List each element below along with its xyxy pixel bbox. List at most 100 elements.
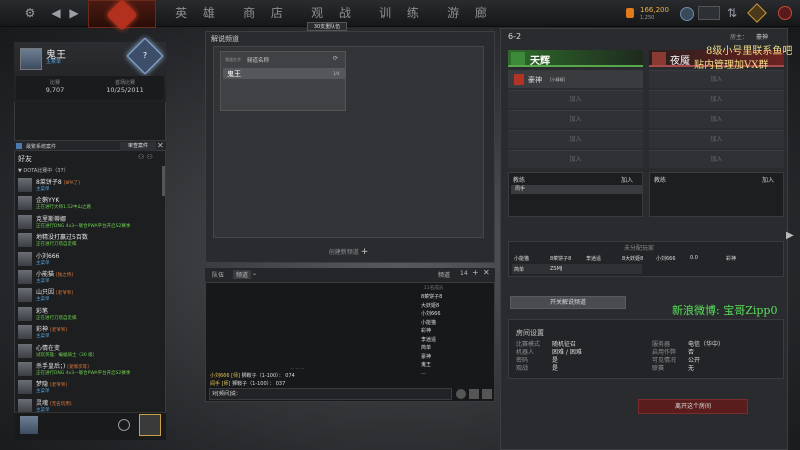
- unassigned-player[interactable]: 8大妖姬8: [622, 255, 643, 262]
- radiant-join-slot[interactable]: 加入: [508, 90, 643, 108]
- channel-member[interactable]: 彩神: [421, 327, 491, 336]
- dire-join-slot[interactable]: 加入: [649, 110, 784, 128]
- chevron-down-icon[interactable]: ⌄: [252, 270, 257, 277]
- friend-item[interactable]: 小能猫 [独之侍] 主菜单: [18, 268, 162, 287]
- channel-member[interactable]: 小能猫: [421, 319, 491, 328]
- notice-close-icon[interactable]: ✕: [157, 141, 164, 150]
- notification-icon[interactable]: [698, 6, 720, 20]
- unassigned-player[interactable]: ZSMJ: [550, 266, 562, 272]
- friend-avatar: [18, 306, 32, 321]
- channel-member[interactable]: 8菜饼子8: [421, 293, 491, 302]
- friend-item[interactable]: 心情在变 试玩英雄：蝙蝠骑士（30 级）: [18, 342, 162, 361]
- unassigned-player[interactable]: 8菜饼子8: [550, 255, 571, 262]
- friend-item[interactable]: 地精没打赢过5百数 正在进行刀塔自走棋: [18, 231, 162, 250]
- leave-room-button[interactable]: 离开这个房间: [638, 399, 748, 414]
- toggle-broadcast-channel-button[interactable]: 开关解说频道: [510, 296, 626, 309]
- dire-join-slot[interactable]: 加入: [649, 130, 784, 148]
- gear-icon[interactable]: ⚙: [22, 0, 38, 27]
- nav-tab-arcade[interactable]: 游 廊: [436, 0, 504, 27]
- friend-name: 灵魂 [无名玩用]: [36, 398, 71, 407]
- nav-tab-store[interactable]: 商 店: [232, 0, 300, 27]
- channel-member[interactable]: 鬼王: [421, 361, 491, 370]
- friend-item[interactable]: 小刘666 主菜单: [18, 250, 162, 269]
- friend-status: 主菜单: [36, 334, 50, 340]
- friends-scrollbar[interactable]: [162, 166, 165, 196]
- friend-name-text: 地精没打赢过5百数: [36, 234, 88, 242]
- friend-status: 主菜单: [36, 389, 50, 395]
- mini-avatar[interactable]: [20, 416, 38, 434]
- send-icon[interactable]: [469, 389, 479, 399]
- friend-name-text: 山只因: [36, 289, 55, 297]
- avatar[interactable]: [20, 48, 42, 70]
- friend-item[interactable]: 梦隐 [老爷爷] 主菜单: [18, 378, 162, 397]
- friend-item[interactable]: 彩神 [老爷爷] 主菜单: [18, 323, 162, 342]
- chat-settings-icon[interactable]: [482, 389, 492, 399]
- unassigned-player[interactable]: 李逍遥: [586, 255, 601, 262]
- plus-icon: +: [360, 247, 369, 257]
- radiant-join-slot[interactable]: 加入: [508, 110, 643, 128]
- channel-member[interactable]: 简单: [421, 344, 491, 353]
- chat-input[interactable]: 对[频间]说：: [209, 388, 452, 400]
- radiant-join-slot[interactable]: 加入: [508, 130, 643, 148]
- add-icon[interactable]: +: [472, 268, 479, 277]
- side-expand-icon[interactable]: ▶: [786, 230, 794, 241]
- level-badge-icon[interactable]: [139, 414, 161, 436]
- unassigned-player[interactable]: 小刘666: [656, 255, 676, 262]
- friend-tag: [老爷爷]: [49, 383, 67, 389]
- emoji-icon[interactable]: [456, 389, 466, 399]
- friend-item[interactable]: 企鹅YYK 正在进行大师1.52中山之路: [18, 194, 162, 213]
- coach-join-button[interactable]: 加入: [762, 175, 774, 184]
- tab-channel[interactable]: 频道: [233, 270, 252, 279]
- channel-member[interactable]: ...: [421, 370, 491, 379]
- channel-member[interactable]: 豪神: [421, 353, 491, 362]
- back-icon[interactable]: ◀: [48, 0, 64, 27]
- forward-icon[interactable]: ▶: [66, 0, 82, 27]
- friend-item[interactable]: 杀手皇后；) [爱情次等] 正在进行DNG 4v3—联合PWA平台开启S2赛季: [18, 360, 162, 379]
- channel-row[interactable]: 鬼王 1/4: [223, 68, 345, 79]
- unassigned-player[interactable]: 简单: [514, 266, 524, 273]
- friend-avatar: [18, 270, 32, 284]
- dota-logo-button[interactable]: [88, 0, 156, 31]
- friend-item[interactable]: 8菜饼子8 [8PA了] 主菜单: [18, 176, 162, 195]
- setting-key: 联赛: [652, 365, 665, 372]
- party-badge[interactable]: 30支重队伍: [307, 22, 347, 31]
- friend-item[interactable]: 克里斯蒂娜 正在进行DNG 4v3—联合PWA平台开启S2赛季: [18, 213, 162, 232]
- friend-item[interactable]: 彩笔 正在进行刀塔自走棋: [18, 305, 162, 324]
- channel-member[interactable]: 李逍遥: [421, 336, 491, 345]
- friend-status: 正在进行大师1.52中山之路: [36, 205, 92, 211]
- dire-join-slot[interactable]: 加入: [649, 150, 784, 168]
- create-channel-label: 创建新频道: [328, 249, 359, 256]
- setting-value: 是: [552, 365, 559, 372]
- radiant-slot-1[interactable]: 豪神 [小精精]: [508, 70, 643, 88]
- friend-name-text: 灵魂: [36, 399, 49, 407]
- dire-join-slot[interactable]: 加入: [649, 90, 784, 108]
- tab-party[interactable]: 队伍: [212, 270, 224, 279]
- add-friend-icon[interactable]: ⚇ ⚇: [138, 153, 153, 161]
- coach-join-button[interactable]: 加入: [621, 175, 633, 184]
- unassigned-player[interactable]: 小能猫: [514, 255, 529, 262]
- refresh-icon[interactable]: ⟳: [333, 55, 338, 62]
- friend-name-text: 梦隐: [36, 381, 49, 389]
- chat-icon[interactable]: [680, 7, 694, 21]
- create-channel-button[interactable]: 创建新频道 +: [213, 245, 484, 259]
- power-icon[interactable]: [778, 6, 792, 20]
- friend-item[interactable]: 山只因 [老爷爷] 主菜单: [18, 286, 162, 305]
- chat-close-icon[interactable]: ✕: [483, 268, 490, 277]
- channel-member[interactable]: 大妖姬8: [421, 302, 491, 311]
- dire-icon: [652, 52, 666, 65]
- friends-group-header[interactable]: ▼ DOTA比赛中（37）: [18, 167, 69, 174]
- inventory-icon[interactable]: ⇅: [724, 0, 740, 27]
- radiant-join-slot[interactable]: 加入: [508, 150, 643, 168]
- settings-icon[interactable]: [118, 419, 130, 431]
- dire-join-slot[interactable]: 加入: [649, 70, 784, 88]
- unassigned-player[interactable]: 0.0: [690, 255, 698, 261]
- nav-tab-learn[interactable]: 训 练: [368, 0, 436, 27]
- unassigned-player[interactable]: 彩神: [726, 255, 736, 262]
- friend-avatar: [18, 196, 32, 211]
- review-cases-button[interactable]: 审查案件: [120, 142, 156, 151]
- friend-name: 8菜饼子8 [8PA了]: [36, 177, 80, 186]
- channel-member[interactable]: 小刘666: [421, 310, 491, 319]
- nav-tab-heroes[interactable]: 英 雄: [164, 0, 232, 27]
- msg-text: 074: [285, 373, 295, 379]
- setting-key: 观战: [516, 365, 529, 372]
